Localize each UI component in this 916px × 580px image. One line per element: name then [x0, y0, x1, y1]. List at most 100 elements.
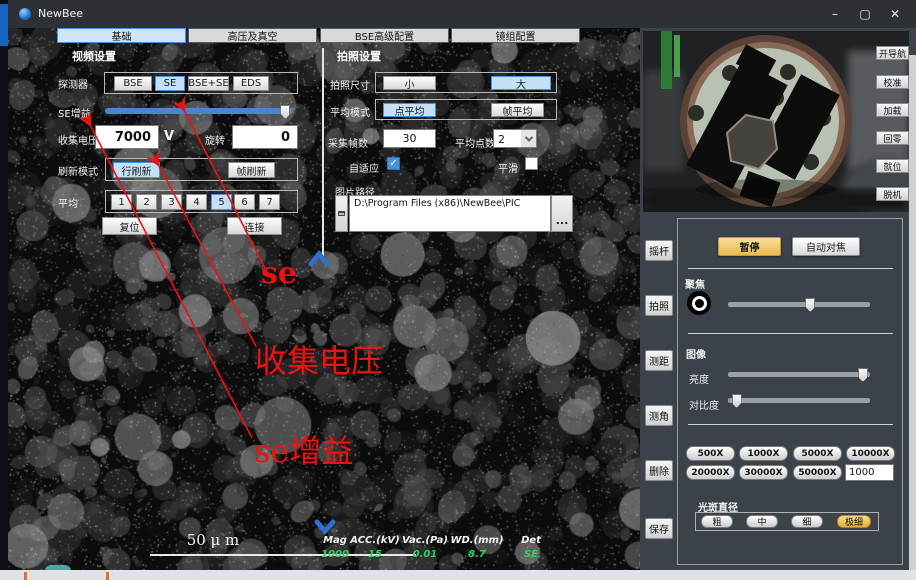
image-label: 图像	[686, 346, 706, 361]
background-window-fragment	[0, 4, 8, 46]
app-icon	[19, 8, 31, 20]
voltage-unit-label: V	[164, 129, 174, 144]
tab-basic[interactable]: 基础	[57, 28, 186, 43]
detector-bse-se-button[interactable]: BSE+SE	[188, 76, 229, 91]
detector-bse-button[interactable]: BSE	[114, 76, 152, 91]
tab-hv-vacuum[interactable]: 高压及真空	[188, 28, 317, 43]
maximize-button[interactable]: ▢	[850, 0, 880, 28]
focus-track	[728, 302, 870, 307]
tab-lens-config[interactable]: 镜组配置	[451, 28, 580, 43]
spot-coarse-button[interactable]: 粗	[701, 515, 733, 528]
average-2-button[interactable]: 2	[136, 194, 157, 210]
average-1-button[interactable]: 1	[111, 194, 132, 210]
photo-settings-title: 拍照设置	[337, 48, 381, 64]
app-window: NewBee – ▢ ✕ 基础 高压及真空 BSE高级配置 镜组配置 视频设置 …	[0, 0, 916, 580]
spot-ultrafine-button[interactable]: 极细	[837, 515, 871, 528]
brightness-handle[interactable]	[858, 368, 868, 382]
measure-angle-button[interactable]: 测角	[645, 405, 673, 426]
spot-medium-button[interactable]: 中	[746, 515, 778, 528]
save-button[interactable]: 保存	[645, 518, 673, 539]
brightness-track	[728, 372, 870, 377]
mag-1000x-button[interactable]: 1000X	[739, 446, 788, 461]
average-4-button[interactable]: 4	[186, 194, 207, 210]
open-nav-button[interactable]: 开导航	[876, 46, 909, 60]
size-small-button[interactable]: 小	[383, 76, 436, 90]
size-large-button[interactable]: 大	[491, 76, 551, 90]
frames-label: 采集帧数	[328, 135, 368, 150]
calibrate-button[interactable]: 校准	[876, 75, 909, 89]
sem-image-viewport: 基础 高压及真空 BSE高级配置 镜组配置 视频设置 探测器 BSE SE BS…	[8, 28, 640, 570]
separator	[688, 424, 893, 425]
connect-button[interactable]: 连接	[227, 217, 282, 235]
contrast-label: 对比度	[689, 397, 719, 412]
points-dropdown[interactable]: 2	[493, 129, 537, 148]
measure-distance-button[interactable]: 测距	[645, 350, 673, 371]
separator	[688, 268, 893, 269]
focus-handle[interactable]	[805, 298, 815, 312]
mag-30000x-button[interactable]: 30000X	[739, 465, 788, 480]
detector-se-button[interactable]: SE	[155, 76, 185, 91]
delete-button[interactable]: 删除	[645, 460, 673, 481]
refresh-frame-button[interactable]: 帧刷新	[228, 162, 275, 178]
reset-button[interactable]: 复位	[102, 217, 157, 235]
mag-20000x-button[interactable]: 20000X	[686, 465, 735, 480]
smooth-label: 平滑	[498, 160, 518, 175]
focus-slider[interactable]	[728, 298, 870, 312]
minimize-button[interactable]: –	[820, 0, 850, 28]
autofocus-button[interactable]: 自动对焦	[792, 237, 860, 256]
focus-target-icon[interactable]	[687, 291, 711, 315]
snapshot-button[interactable]: 拍照	[645, 295, 673, 316]
imaging-control-box: 暂停 自动对焦 聚焦 图像 亮度 对比度 500X 1000X	[677, 218, 903, 565]
mag-50000x-button[interactable]: 50000X	[793, 465, 842, 480]
mag-500x-button[interactable]: 500X	[686, 446, 735, 461]
average-3-button[interactable]: 3	[161, 194, 182, 210]
pause-button[interactable]: 暂停	[718, 237, 781, 256]
frames-input[interactable]: 30	[383, 129, 436, 148]
contrast-slider[interactable]	[728, 394, 870, 408]
mag-10000x-button[interactable]: 10000X	[846, 446, 895, 461]
path-side-button[interactable]	[335, 195, 348, 232]
avg-mode-label: 平均模式	[330, 104, 370, 119]
mag-value-input[interactable]: 1000	[845, 464, 894, 481]
average-6-button[interactable]: 6	[234, 194, 255, 210]
brightness-slider[interactable]	[728, 368, 870, 382]
mag-5000x-button[interactable]: 5000X	[793, 446, 842, 461]
contrast-handle[interactable]	[732, 394, 742, 408]
tab-bse-advanced[interactable]: BSE高级配置	[320, 28, 449, 43]
detector-group: BSE SE BSE+SE EDS	[104, 72, 298, 94]
chamber-camera-view	[643, 31, 909, 212]
collect-voltage-input[interactable]: 7000	[95, 125, 159, 149]
photo-size-label: 拍照尺寸	[330, 77, 370, 92]
path-input[interactable]: D:\Program Files (x86)\NewBee\PIC	[349, 195, 551, 232]
refresh-line-button[interactable]: 行刷新	[113, 162, 160, 178]
se-gain-slider[interactable]	[105, 105, 293, 119]
desktop-left-strip	[0, 0, 8, 580]
adaptive-checkbox[interactable]: ✓	[387, 157, 400, 170]
joystick-button[interactable]: 摇杆	[645, 240, 673, 261]
in-position-button[interactable]: 就位	[876, 159, 909, 173]
photo-size-group: 小 大	[375, 72, 557, 93]
spot-fine-button[interactable]: 细	[791, 515, 823, 528]
app-title: NewBee	[38, 7, 83, 20]
avg-frame-button[interactable]: 帧平均	[491, 103, 544, 117]
se-gain-handle[interactable]	[280, 105, 290, 119]
close-button[interactable]: ✕	[880, 0, 910, 28]
average-5-button[interactable]: 5	[211, 194, 232, 210]
smooth-checkbox[interactable]	[525, 157, 538, 170]
load-button[interactable]: 加载	[876, 103, 909, 117]
brightness-label: 亮度	[689, 371, 709, 386]
title-bar: NewBee – ▢ ✕	[8, 0, 916, 28]
detector-label: 探测器	[58, 76, 88, 91]
offline-button[interactable]: 脱机	[876, 187, 909, 201]
dropdown-arrow-icon[interactable]	[521, 130, 536, 147]
se-gain-label: SE增益	[58, 105, 91, 120]
detector-eds-button[interactable]: EDS	[233, 76, 269, 91]
rotate-input[interactable]: 0	[232, 125, 298, 149]
average-7-button[interactable]: 7	[259, 194, 280, 210]
home-button[interactable]: 回零	[876, 131, 909, 145]
status-det-label: Det	[496, 535, 566, 546]
rotate-label: 旋转	[205, 132, 225, 147]
browse-button[interactable]: ...	[551, 195, 573, 232]
avg-point-button[interactable]: 点平均	[383, 103, 436, 117]
refresh-mode-group: 行刷新 帧刷新	[105, 158, 298, 181]
